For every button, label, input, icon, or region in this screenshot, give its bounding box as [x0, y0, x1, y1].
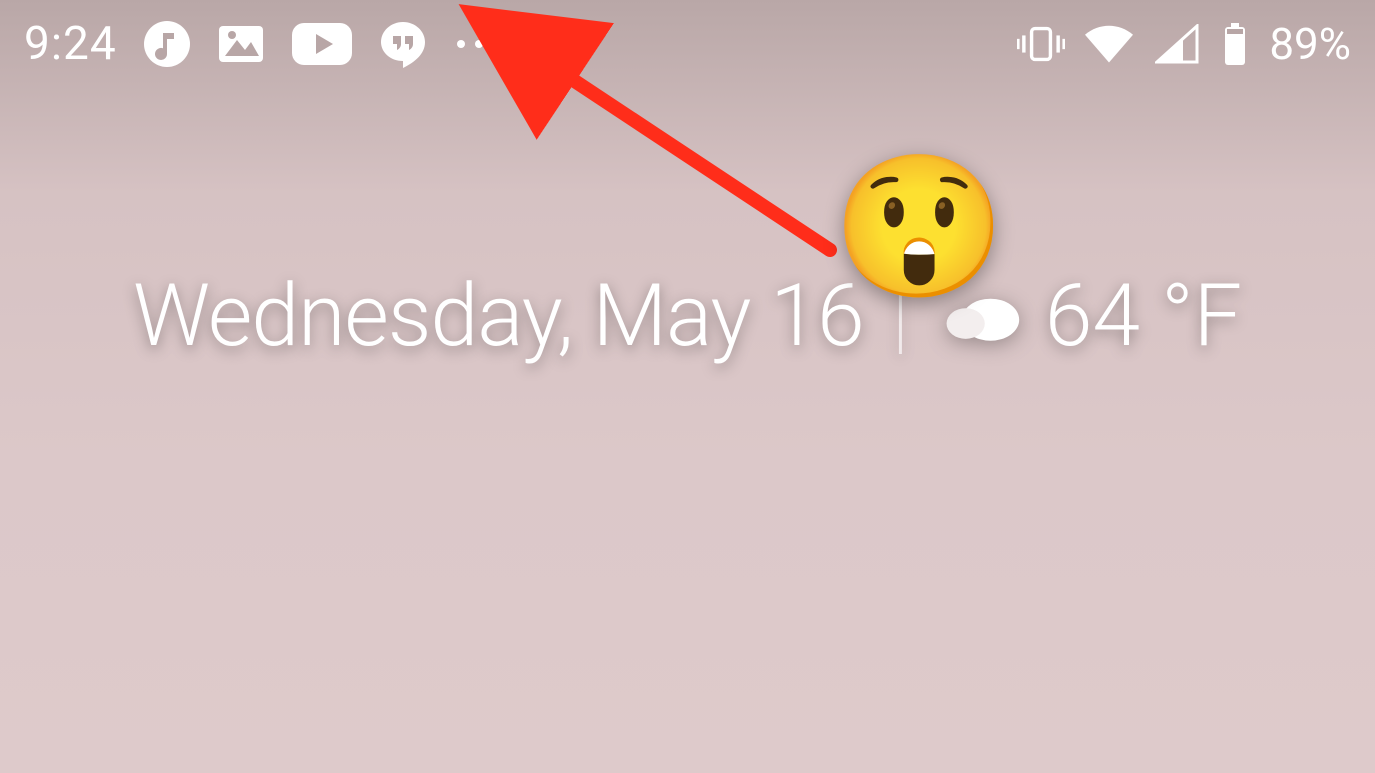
wifi-icon	[1085, 20, 1133, 68]
android-home-screen: 9:24	[0, 0, 1375, 773]
annotation-arrow	[0, 0, 1375, 773]
battery-icon	[1221, 20, 1249, 68]
photos-icon	[217, 20, 265, 68]
music-note-icon	[143, 20, 191, 68]
battery-percent: 89%	[1269, 18, 1351, 70]
at-a-glance-widget[interactable]: Wednesday, May 16 | 64 °F	[0, 265, 1375, 366]
notification-overflow-icon	[453, 40, 483, 48]
date-text: Wednesday, May 16	[133, 265, 864, 366]
cell-signal-icon	[1153, 20, 1201, 68]
vibrate-icon	[1017, 20, 1065, 68]
youtube-icon	[291, 20, 353, 68]
status-clock: 9:24	[24, 17, 117, 71]
status-bar-left: 9:24	[24, 17, 483, 71]
status-bar-right: 89%	[1017, 18, 1351, 70]
astonished-face-emoji: 😲	[832, 158, 1006, 298]
hangouts-quote-icon	[379, 20, 427, 68]
temperature-text: 64 °F	[1045, 265, 1242, 366]
status-bar[interactable]: 9:24	[0, 0, 1375, 88]
